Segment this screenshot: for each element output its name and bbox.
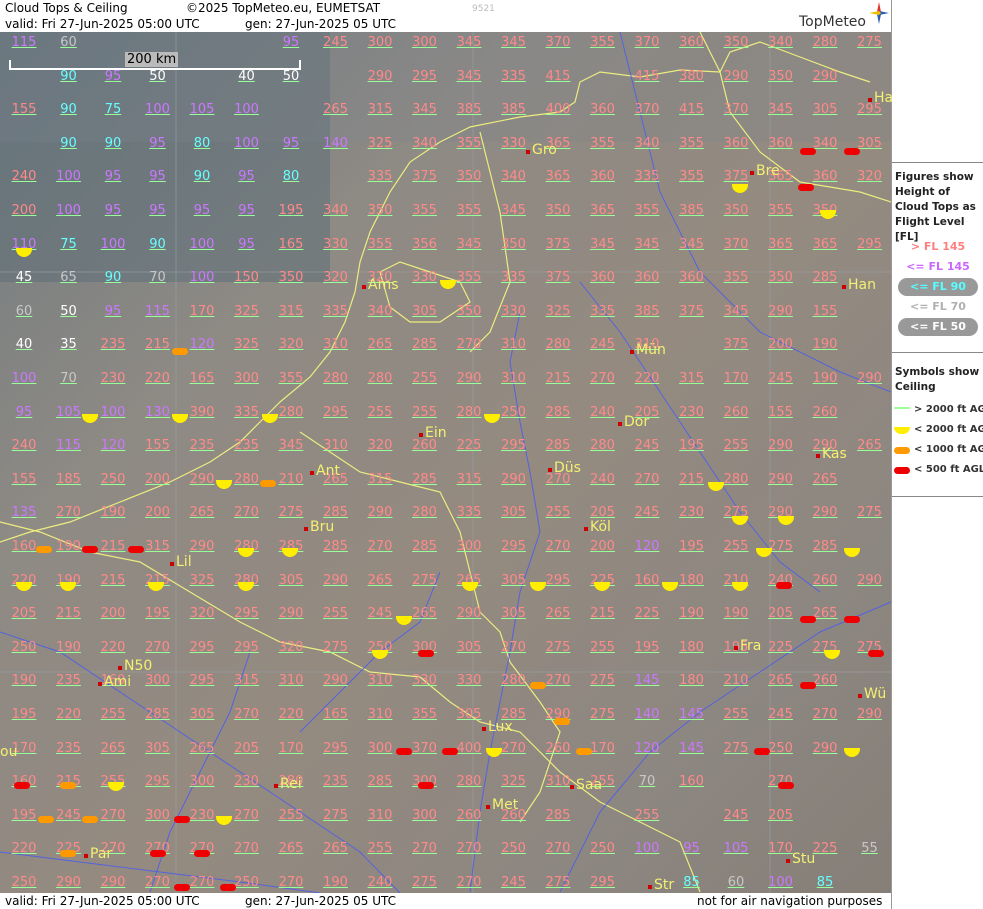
legend-level-item: > FL 145 [910, 240, 966, 253]
map-code: 9521 [472, 4, 495, 14]
gen-time: gen: 27-Jun-2025 05 UTC [245, 17, 397, 31]
ceiling-symbol-icon [894, 427, 910, 434]
legend-symbol-label: < 500 ft AGL [914, 464, 983, 475]
legend-level-item: <= FL 70 [910, 300, 966, 313]
ceiling-symbol-icon [894, 447, 910, 454]
legend-level-item: <= FL 50 [910, 320, 966, 333]
ceiling-symbol-icon [894, 467, 910, 474]
map-overlay [0, 32, 891, 893]
ceiling-symbol-icon [894, 407, 910, 409]
footer-valid: valid: Fri 27-Jun-2025 05:00 UTC [5, 894, 200, 908]
header-bar-2: valid: Fri 27-Jun-2025 05:00 UTC gen: 27… [0, 16, 891, 32]
legend-panel: Figures show Height of Cloud Tops as Fli… [891, 0, 983, 909]
legend-symbol-label: > 2000 ft AGL [914, 404, 983, 415]
scale-label: 200 km [125, 52, 179, 67]
topmeteo-logo: TopMeteo [799, 2, 889, 30]
legend-symbol-label: < 2000 ft AGL [914, 424, 983, 435]
map-title: Cloud Tops & Ceiling [5, 1, 128, 15]
legend-symbols-title: Symbols show Ceiling [895, 366, 980, 393]
legend-level-item: <= FL 145 [906, 260, 970, 273]
footer-bar: valid: Fri 27-Jun-2025 05:00 UTC gen: 27… [0, 893, 891, 909]
logo-text: TopMeteo [799, 14, 866, 30]
legend-level-item: <= FL 90 [910, 280, 966, 293]
legend-symbol-label: < 1000 ft AGL [914, 444, 983, 455]
compass-icon [869, 2, 889, 24]
legend-figures-title: Figures show Height of Cloud Tops as Fli… [895, 171, 976, 243]
footer-gen: gen: 27-Jun-2025 05 UTC [245, 894, 397, 908]
disclaimer: not for air navigation purposes [697, 894, 883, 908]
valid-time: valid: Fri 27-Jun-2025 05:00 UTC [5, 17, 200, 31]
satellite-map[interactable] [0, 32, 891, 893]
copyright-text: ©2025 TopMeteo.eu, EUMETSAT [186, 1, 381, 15]
header-bar: Cloud Tops & Ceiling ©2025 TopMeteo.eu, … [0, 0, 891, 16]
